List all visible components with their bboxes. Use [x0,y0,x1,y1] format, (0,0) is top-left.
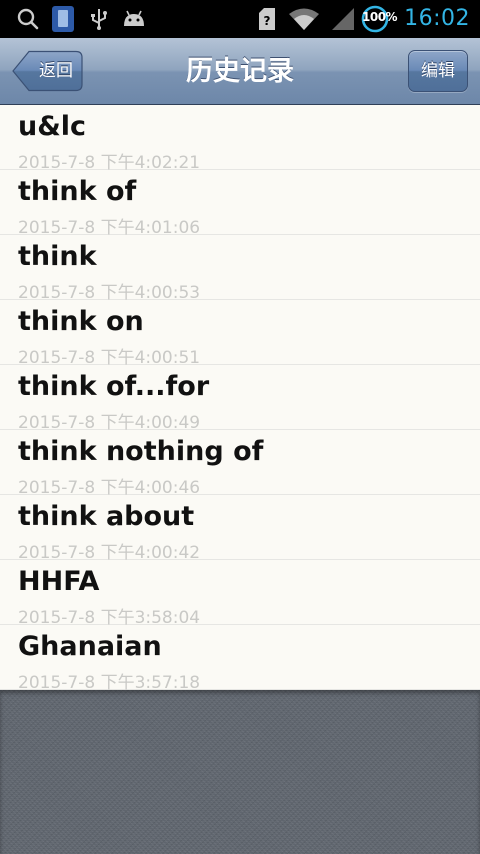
history-word: Ghanaian [18,631,162,662]
back-button-label: 返回 [39,61,73,81]
status-bar: ? 100% 16:02 [0,0,480,38]
history-word: think [18,241,97,272]
list-item[interactable]: think of...for 2015-7-8 下午4:00:49 [0,365,480,433]
usb-icon [88,0,110,38]
history-word: think of [18,176,137,207]
list-item[interactable]: think about 2015-7-8 下午4:00:42 [0,495,480,563]
list-item[interactable]: Ghanaian 2015-7-8 下午3:57:18 [0,625,480,693]
phone-icon [50,0,76,38]
clock: 16:02 [404,6,470,31]
empty-list-background [0,690,480,854]
list-item[interactable]: think nothing of 2015-7-8 下午4:00:46 [0,430,480,498]
history-word: think on [18,306,144,337]
sim-icon: ? [256,0,278,38]
signal-icon [330,0,356,38]
list-item[interactable]: think of 2015-7-8 下午4:01:06 [0,170,480,238]
list-item[interactable]: think 2015-7-8 下午4:00:53 [0,235,480,303]
battery-level: 100% [362,10,398,24]
history-word: u&lc [18,111,87,142]
search-icon [14,0,42,38]
wifi-icon [287,0,321,38]
list-item[interactable]: think on 2015-7-8 下午4:00:51 [0,300,480,368]
list-item[interactable]: u&lc 2015-7-8 下午4:02:21 [0,105,480,173]
android-debug-icon [120,0,148,38]
svg-text:?: ? [264,14,271,28]
history-word: think nothing of [18,436,264,467]
back-button[interactable]: 返回 [12,50,83,92]
history-word: think about [18,501,195,532]
history-word: think of...for [18,371,210,402]
history-word: HHFA [18,566,100,597]
navigation-bar: 历史记录 返回 编辑 [0,38,480,105]
edit-button[interactable]: 编辑 [408,50,468,92]
history-list: u&lc 2015-7-8 下午4:02:21 think of 2015-7-… [0,105,480,693]
list-item[interactable]: HHFA 2015-7-8 下午3:58:04 [0,560,480,628]
